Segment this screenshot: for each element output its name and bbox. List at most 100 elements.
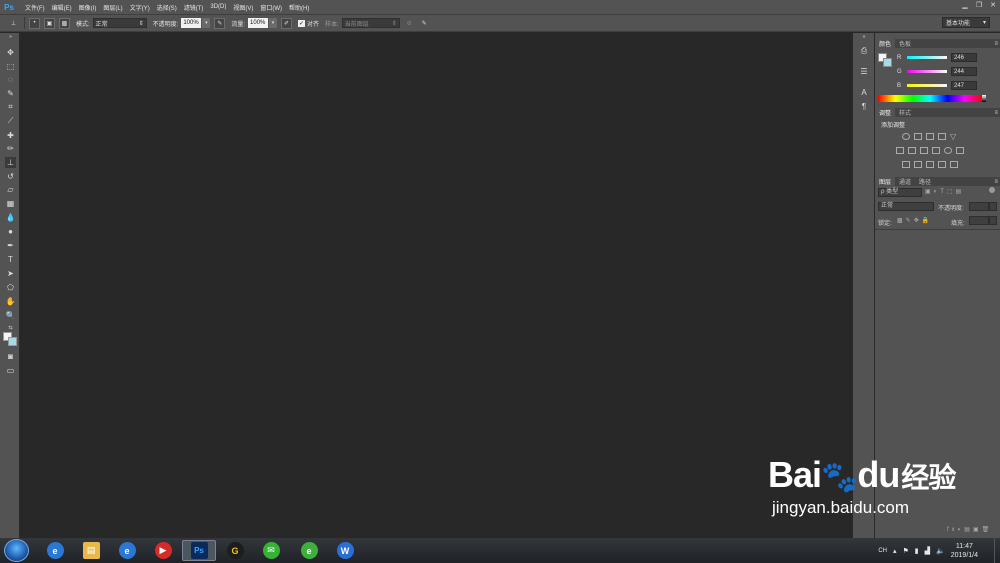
healing-brush-tool-icon[interactable]: ✚ — [5, 130, 16, 141]
restore-button[interactable]: ❐ — [972, 0, 986, 10]
layer-filter-icons[interactable]: ▣◐T⬚▤ — [925, 188, 964, 195]
tray-expand-icon[interactable]: ▴ — [893, 547, 897, 555]
opacity-input[interactable]: 100% — [181, 18, 202, 28]
properties-panel-icon[interactable]: ☰ — [858, 66, 870, 78]
opacity-dropdown-icon[interactable]: ▾ — [202, 18, 211, 28]
panel-menu-icon[interactable]: ≡ — [994, 41, 998, 47]
channel-mixer-icon[interactable] — [944, 147, 952, 154]
filter-toggle-icon[interactable] — [989, 187, 995, 193]
character-panel-icon[interactable]: A — [858, 87, 870, 99]
color-balance-icon[interactable] — [908, 147, 916, 154]
selective-color-icon[interactable] — [950, 161, 958, 168]
gradient-map-icon[interactable] — [938, 161, 946, 168]
taskbar-ie[interactable]: e — [38, 540, 72, 561]
eraser-tool-icon[interactable]: ▱ — [5, 184, 16, 195]
type-tool-icon[interactable]: T — [5, 254, 16, 265]
channel-b-value[interactable]: 247 — [951, 81, 977, 90]
lasso-tool-icon[interactable]: ◌ — [5, 74, 16, 85]
fill-input[interactable] — [969, 216, 989, 225]
flow-dropdown-icon[interactable]: ▾ — [269, 18, 278, 28]
menu-view[interactable]: 视图(V) — [233, 3, 253, 12]
taskbar-photoshop[interactable]: Ps — [182, 540, 216, 561]
paragraph-panel-icon[interactable]: ¶ — [858, 101, 870, 113]
channel-r-slider[interactable] — [907, 56, 947, 59]
blur-tool-icon[interactable]: 💧 — [5, 212, 16, 223]
menu-image[interactable]: 图像(I) — [79, 3, 97, 12]
brightness-icon[interactable] — [902, 133, 910, 140]
gradient-tool-icon[interactable]: ▦ — [5, 198, 16, 209]
threshold-icon[interactable] — [926, 161, 934, 168]
menu-window[interactable]: 窗口(W) — [260, 3, 282, 12]
battery-icon[interactable]: ▮ — [915, 547, 919, 555]
color-spectrum-ramp[interactable] — [878, 95, 982, 102]
flow-input[interactable]: 100% — [248, 18, 269, 28]
tab-swatches[interactable]: 色板 — [895, 39, 915, 48]
close-button[interactable]: ✕ — [986, 0, 1000, 10]
lock-icons[interactable]: ▩✎✥🔒 — [897, 217, 932, 224]
shape-tool-icon[interactable]: ⬠ — [5, 282, 16, 293]
channel-r-value[interactable]: 246 — [951, 53, 977, 62]
tab-channels[interactable]: 通道 — [895, 177, 915, 186]
curves-icon[interactable] — [926, 133, 934, 140]
tab-layers[interactable]: 图层 — [875, 177, 896, 186]
volume-icon[interactable]: 🔈 — [936, 547, 945, 555]
mode-select[interactable]: 正常 ⇕ — [92, 18, 147, 28]
show-desktop-button[interactable] — [994, 538, 1000, 563]
marquee-tool-icon[interactable]: ⬚ — [5, 61, 16, 72]
network-icon[interactable]: ▟ — [925, 547, 930, 555]
panel-menu-icon[interactable]: ≡ — [994, 179, 998, 185]
eyedropper-tool-icon[interactable]: ⟋ — [5, 115, 16, 126]
brush-size-icon[interactable]: • — [29, 17, 40, 29]
collapse-dock-icon[interactable]: « — [858, 35, 870, 40]
invert-icon[interactable] — [902, 161, 910, 168]
tab-styles[interactable]: 样式 — [895, 108, 915, 117]
taskbar-g-app[interactable]: G — [218, 540, 252, 561]
color-lookup-icon[interactable] — [956, 147, 964, 154]
levels-icon[interactable] — [914, 133, 922, 140]
taskbar-wps[interactable]: W — [328, 540, 362, 561]
brush-panel-icon[interactable]: ▣ — [44, 17, 55, 29]
menu-type[interactable]: 文字(Y) — [130, 3, 150, 12]
history-brush-tool-icon[interactable]: ↺ — [5, 171, 16, 182]
history-panel-icon[interactable]: ⎙ — [858, 45, 870, 57]
ignore-adjustment-icon[interactable]: ⊘ — [404, 18, 415, 29]
clone-source-icon[interactable]: ▩ — [59, 17, 70, 29]
panel-menu-icon[interactable]: ≡ — [994, 110, 998, 116]
tab-color[interactable]: 颜色 — [875, 39, 896, 48]
tab-paths[interactable]: 路径 — [915, 177, 935, 186]
clone-stamp-tool-icon[interactable]: ⊥ — [5, 157, 16, 168]
start-button[interactable] — [4, 539, 29, 562]
flag-icon[interactable]: ⚑ — [903, 547, 909, 555]
quick-select-tool-icon[interactable]: ✎ — [5, 88, 16, 99]
tab-adjustments[interactable]: 调整 — [875, 108, 896, 117]
black-white-ramp[interactable] — [982, 95, 986, 102]
ime-indicator[interactable]: CH — [878, 548, 887, 554]
menu-layer[interactable]: 图层(L) — [103, 3, 122, 12]
hue-saturation-icon[interactable] — [896, 147, 904, 154]
taskbar-explorer[interactable]: ▤ — [74, 540, 108, 561]
taskbar-ie2[interactable]: e — [110, 540, 144, 561]
move-tool-icon[interactable]: ✥ — [5, 47, 16, 58]
exposure-icon[interactable] — [938, 133, 946, 140]
workspace-switcher[interactable]: 基本功能 ▾ — [942, 17, 990, 28]
chevron-down-icon[interactable] — [989, 216, 997, 225]
menu-filter[interactable]: 滤镜(T) — [184, 3, 204, 12]
dodge-tool-icon[interactable]: ● — [5, 226, 16, 237]
pen-tool-icon[interactable]: ✒ — [5, 240, 16, 251]
menu-help[interactable]: 帮助(H) — [289, 3, 309, 12]
background-color-swatch[interactable] — [8, 337, 17, 346]
menu-select[interactable]: 选择(S) — [157, 3, 177, 12]
pressure-opacity-icon[interactable]: ✎ — [214, 17, 226, 29]
minimize-button[interactable]: ▁ — [958, 0, 972, 10]
channel-g-value[interactable]: 244 — [951, 67, 977, 76]
sample-select[interactable]: 当前图层 ⇕ — [341, 18, 400, 28]
document-canvas-area[interactable] — [21, 33, 852, 538]
vibrance-icon[interactable]: ▽ — [950, 133, 956, 141]
aligned-checkbox[interactable]: ✓ — [298, 19, 306, 27]
pressure-size-icon[interactable]: ✎ — [419, 18, 430, 29]
layer-opacity-input[interactable] — [969, 202, 989, 211]
menu-file[interactable]: 文件(F) — [25, 3, 45, 12]
menu-3d[interactable]: 3D(D) — [210, 4, 226, 10]
clock[interactable]: 11:47 2019/1/4 — [951, 542, 978, 560]
taskbar-media[interactable]: ▶ — [146, 540, 180, 561]
